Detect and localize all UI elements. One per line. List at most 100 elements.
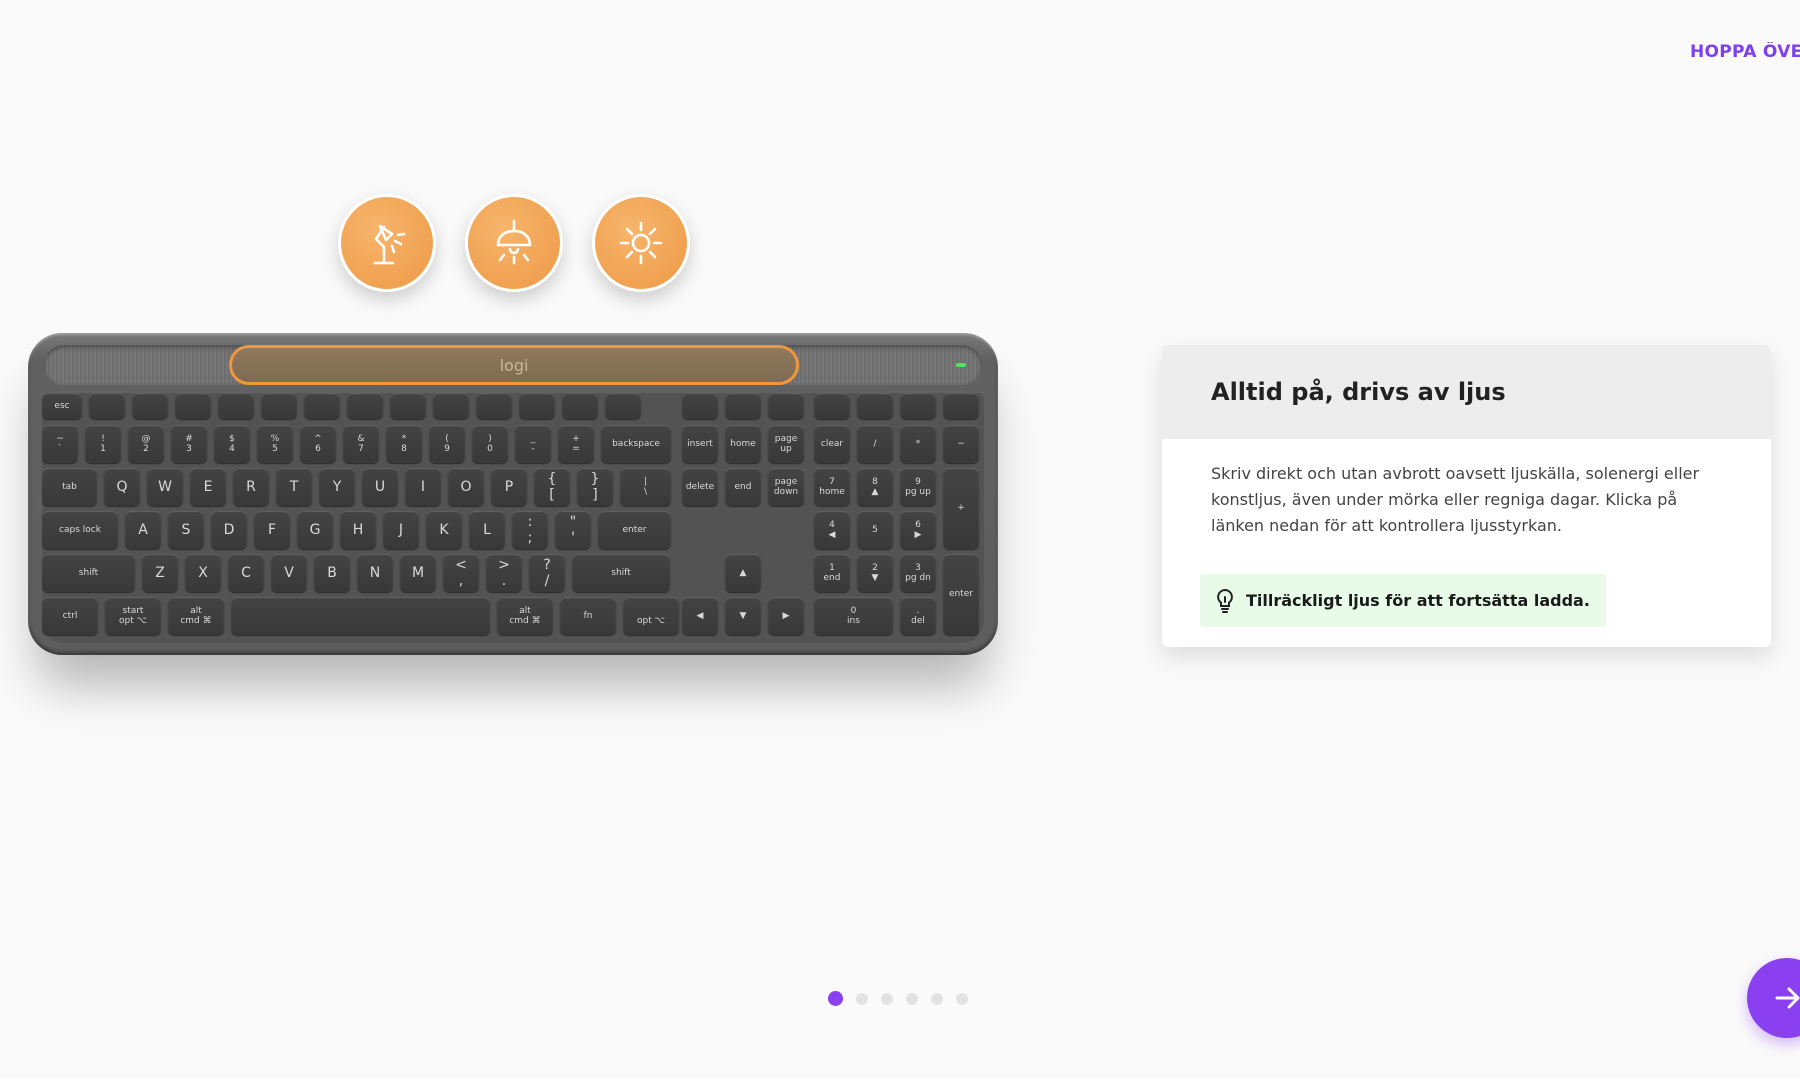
key: H [340,511,376,549]
pagination-dots [828,991,968,1006]
key: B [314,554,350,592]
key: ~ ` [42,425,78,463]
key: ) 0 [472,425,508,463]
key: page up [768,425,804,463]
key [175,393,211,419]
info-card: Alltid på, drivs av ljus Skriv direkt oc… [1162,345,1771,647]
key: 6 ▶ [900,511,936,549]
card-body: Skriv direkt och utan avbrott oavsett lj… [1211,464,1700,535]
key: opt ⌥ [623,597,679,635]
key: ( 9 [429,425,465,463]
key: 9 pg up [900,468,936,506]
key: ! 1 [85,425,121,463]
pagination-dot[interactable] [856,992,868,1005]
key [304,393,340,419]
sun-icon [592,194,690,292]
status-led [956,363,966,367]
key [218,393,254,419]
key: ▲ [725,554,761,592]
desk-lamp-icon [338,194,436,292]
key [476,393,512,419]
pagination-dot[interactable] [881,992,893,1005]
key: Q [104,468,140,506]
card-title: Alltid på, drivs av ljus [1162,345,1771,439]
key: / [857,425,893,463]
key: 2 ▼ [857,554,893,592]
key [519,393,555,419]
key [261,393,297,419]
next-button[interactable] [1747,958,1800,1038]
key: U [362,468,398,506]
key: 3 pg dn [900,554,936,592]
key: ctrl [42,597,98,635]
key: home [725,425,761,463]
skip-link[interactable]: HOPPA ÖVER [1690,42,1800,62]
key [562,393,598,419]
pagination-dot[interactable] [956,992,968,1005]
key: } ] [577,468,613,506]
key: * [900,425,936,463]
logi-logo: logi [499,355,529,375]
key [231,597,490,635]
solar-panel: logi [229,345,799,385]
key: . del [900,597,936,635]
key: F [254,511,290,549]
key: − [943,425,979,463]
key: tab [42,468,97,506]
key: enter [598,511,671,549]
key [433,393,469,419]
key [943,393,979,419]
key: : ; [512,511,548,549]
key: delete [682,468,718,506]
arrow-right-icon [1775,987,1800,1009]
key: ^ 6 [300,425,336,463]
pagination-dot[interactable] [828,991,843,1006]
key: & 7 [343,425,379,463]
key: " ' [555,511,591,549]
key: Y [319,468,355,506]
key: | \ [620,468,671,506]
key: X [185,554,221,592]
key: ◀ [682,597,718,635]
key: % 5 [257,425,293,463]
status-text: Tillräckligt ljus för att fortsätta ladd… [1246,591,1590,610]
key: ▶ [768,597,804,635]
key: A [125,511,161,549]
key: # 3 [171,425,207,463]
key: clear [814,425,850,463]
key [605,393,641,419]
key: caps lock [42,511,118,549]
key [857,393,893,419]
key: esc [42,393,82,419]
key: P [491,468,527,506]
key: 4 ◀ [814,511,850,549]
ceiling-lamp-icon [465,194,563,292]
key: shift [572,554,670,592]
pagination-dot[interactable] [931,992,943,1005]
key: * 8 [386,425,422,463]
key: + = [558,425,594,463]
key: 0 ins [814,597,893,635]
key: G [297,511,333,549]
key: alt cmd ⌘ [168,597,224,635]
key: _ - [515,425,551,463]
key-area: esc ~ `! 1 @ 2 # 3 $ 4% 5 ^ 6 & 7 * 8( 9) 0 _ - +… [42,393,984,643]
key: C [228,554,264,592]
key: J [383,511,419,549]
key: 5 [857,511,893,549]
key [682,393,718,419]
key: D [211,511,247,549]
key: + [943,468,979,549]
key: 1 end [814,554,850,592]
light-status-badge[interactable]: Tillräckligt ljus för att fortsätta ladd… [1200,574,1606,627]
keyboard-image: logi esc ~ `! 1 @ 2 # 3 $ 4% 5 ^ 6 & 7 * 8( 9) … [28,333,998,655]
key [900,393,936,419]
pagination-dot[interactable] [906,992,918,1005]
key: insert [682,425,718,463]
key: < , [443,554,479,592]
key: ▼ [725,597,761,635]
key: > . [486,554,522,592]
key: @ 2 [128,425,164,463]
key [89,393,125,419]
key: enter [943,554,979,635]
